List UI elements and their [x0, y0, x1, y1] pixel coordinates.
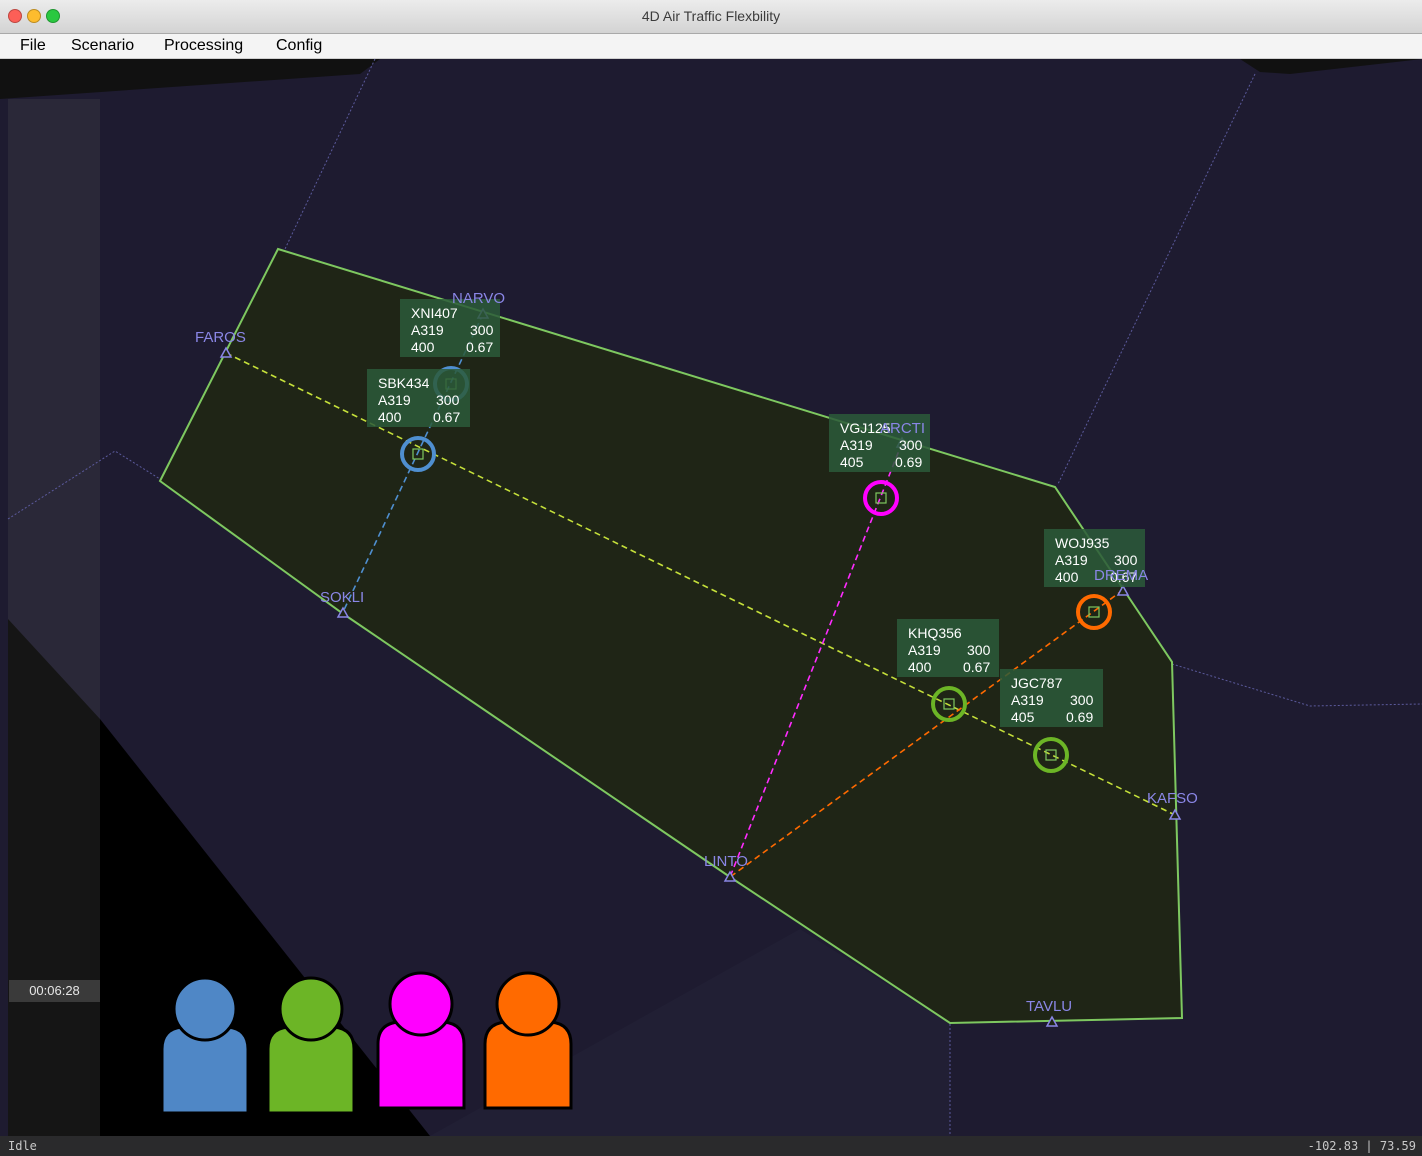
status-text: Idle [8, 1139, 37, 1153]
flight-speed: 405 [840, 454, 864, 470]
flight-aircraft-type: A319 [411, 322, 444, 338]
waypoint-label-faros: FAROS [195, 329, 246, 346]
status-bar: Idle -102.83 | 73.59 [0, 1136, 1422, 1156]
flight-aircraft-type: A319 [840, 437, 873, 453]
flight-value: 0.67 [963, 659, 990, 675]
flight-callsign: XNI407 [411, 305, 458, 321]
flight-level: 300 [967, 642, 991, 658]
flight-value: 0.69 [895, 454, 922, 470]
simulation-clock: 00:06:28 [9, 980, 100, 1002]
cursor-coordinates: -102.83 | 73.59 [1307, 1139, 1416, 1153]
waypoint-label-sokli: SOKLI [320, 589, 364, 606]
flight-value: 0.67 [433, 409, 460, 425]
flight-aircraft-type: A319 [1055, 552, 1088, 568]
controller-avatar-green[interactable] [265, 975, 357, 1115]
flight-aircraft-type: A319 [908, 642, 941, 658]
flight-callsign: JGC787 [1011, 675, 1063, 691]
avatar-head [278, 976, 344, 1042]
flight-value: 0.67 [466, 339, 493, 355]
flight-level: 300 [899, 437, 923, 453]
flight-value: 0.69 [1066, 709, 1093, 725]
flight-aircraft-type: A319 [378, 392, 411, 408]
waypoint-label-kafso: KAFSO [1147, 790, 1198, 807]
flight-callsign: SBK434 [378, 375, 430, 391]
flight-callsign: KHQ356 [908, 625, 962, 641]
avatar-head [172, 976, 238, 1042]
flight-speed: 400 [1055, 569, 1079, 585]
waypoint-label-drema: DREMA [1094, 567, 1148, 584]
flight-speed: 400 [378, 409, 402, 425]
avatar-head [495, 971, 561, 1037]
waypoint-label-narvo: NARVO [452, 290, 505, 307]
flight-aircraft-type: A319 [1011, 692, 1044, 708]
title-bar: 4D Air Traffic Flexbility [0, 0, 1422, 34]
window-title: 4D Air Traffic Flexbility [641, 8, 781, 24]
menu-processing[interactable]: Processing [164, 34, 243, 58]
flight-level: 300 [436, 392, 460, 408]
avatar-head [388, 971, 454, 1037]
flight-level: 300 [1114, 552, 1138, 568]
flight-speed: 400 [908, 659, 932, 675]
waypoint-label-tavlu: TAVLU [1026, 998, 1072, 1015]
controller-avatar-orange[interactable] [482, 970, 574, 1110]
flight-speed: 405 [1011, 709, 1035, 725]
flight-level: 300 [470, 322, 494, 338]
flight-speed: 400 [411, 339, 435, 355]
menu-scenario[interactable]: Scenario [71, 34, 134, 58]
menu-config[interactable]: Config [276, 34, 322, 58]
menu-bar: File Scenario Processing Config [0, 34, 1422, 59]
controller-avatar-magenta[interactable] [375, 970, 467, 1110]
flight-callsign: WOJ935 [1055, 535, 1110, 551]
menu-file[interactable]: File [20, 34, 46, 58]
waypoint-label-arcti: ARCTI [880, 420, 925, 437]
controller-avatar-blue[interactable] [159, 975, 251, 1115]
flight-level: 300 [1070, 692, 1094, 708]
waypoint-label-linto: LINTO [704, 853, 748, 870]
